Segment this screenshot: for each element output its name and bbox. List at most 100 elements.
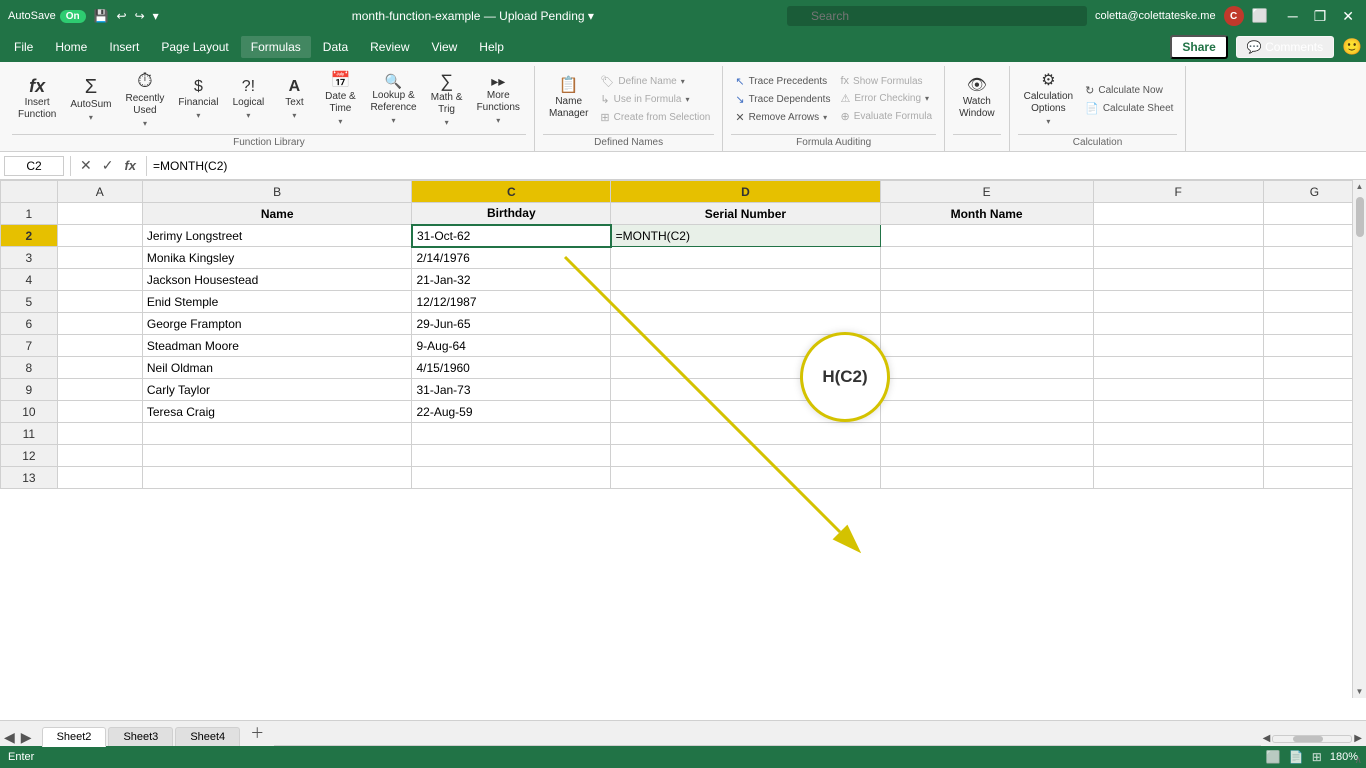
row-header-5[interactable]: 5 bbox=[1, 291, 58, 313]
calculate-now-button[interactable]: ↻ Calculate Now bbox=[1081, 82, 1177, 99]
horizontal-scrollbar[interactable] bbox=[1272, 735, 1352, 743]
cell-B6[interactable]: George Frampton bbox=[142, 313, 412, 335]
text-button[interactable]: A Text ▾ bbox=[272, 69, 316, 129]
trace-precedents-button[interactable]: ↖ Trace Precedents bbox=[731, 73, 834, 90]
row-header-4[interactable]: 4 bbox=[1, 269, 58, 291]
cell-D11[interactable] bbox=[611, 423, 881, 445]
cell-F9[interactable] bbox=[1093, 379, 1263, 401]
cell-G10[interactable] bbox=[1263, 401, 1365, 423]
cell-C4[interactable]: 21-Jan-32 bbox=[412, 269, 611, 291]
confirm-formula-button[interactable]: ✓ bbox=[99, 157, 117, 174]
cell-B12[interactable] bbox=[142, 445, 412, 467]
cell-F6[interactable] bbox=[1093, 313, 1263, 335]
cell-A13[interactable] bbox=[57, 467, 142, 489]
scroll-thumb[interactable] bbox=[1356, 197, 1364, 237]
col-header-F[interactable]: F bbox=[1093, 181, 1263, 203]
cell-B10[interactable]: Teresa Craig bbox=[142, 401, 412, 423]
more-functions-button[interactable]: ▸▸ MoreFunctions ▾ bbox=[471, 69, 526, 129]
cell-B2[interactable]: Jerimy Longstreet bbox=[142, 225, 412, 247]
menu-insert[interactable]: Insert bbox=[99, 36, 149, 58]
cell-A11[interactable] bbox=[57, 423, 142, 445]
col-header-E[interactable]: E bbox=[880, 181, 1093, 203]
row-header-11[interactable]: 11 bbox=[1, 423, 58, 445]
cell-C6[interactable]: 29-Jun-65 bbox=[412, 313, 611, 335]
cell-D5[interactable] bbox=[611, 291, 881, 313]
cell-B11[interactable] bbox=[142, 423, 412, 445]
cell-F2[interactable] bbox=[1093, 225, 1263, 247]
cell-E7[interactable] bbox=[880, 335, 1093, 357]
minimize-button[interactable]: ─ bbox=[1284, 8, 1302, 25]
cell-G9[interactable] bbox=[1263, 379, 1365, 401]
col-header-G[interactable]: G bbox=[1263, 181, 1365, 203]
cell-B1[interactable]: Name bbox=[142, 203, 412, 225]
row-header-10[interactable]: 10 bbox=[1, 401, 58, 423]
cell-F11[interactable] bbox=[1093, 423, 1263, 445]
cell-D3[interactable] bbox=[611, 247, 881, 269]
cell-D7[interactable] bbox=[611, 335, 881, 357]
cell-E11[interactable] bbox=[880, 423, 1093, 445]
redo-icon[interactable]: ↪ bbox=[135, 9, 145, 23]
share-button[interactable]: Share bbox=[1170, 35, 1227, 59]
cancel-formula-button[interactable]: ✕ bbox=[77, 157, 95, 174]
evaluate-formula-button[interactable]: ⊕ Evaluate Formula bbox=[836, 108, 936, 125]
remove-arrows-button[interactable]: ✕ Remove Arrows ▾ bbox=[731, 109, 834, 126]
cell-E2[interactable] bbox=[880, 225, 1093, 247]
autosave-toggle[interactable]: On bbox=[60, 10, 86, 23]
cell-F4[interactable] bbox=[1093, 269, 1263, 291]
hscroll-left[interactable]: ◀ bbox=[1263, 733, 1271, 744]
vertical-scrollbar[interactable]: ▲ ▼ bbox=[1352, 180, 1366, 698]
menu-formulas[interactable]: Formulas bbox=[241, 36, 311, 58]
cell-A8[interactable] bbox=[57, 357, 142, 379]
cell-F13[interactable] bbox=[1093, 467, 1263, 489]
cell-B5[interactable]: Enid Stemple bbox=[142, 291, 412, 313]
cell-G8[interactable] bbox=[1263, 357, 1365, 379]
cell-A6[interactable] bbox=[57, 313, 142, 335]
cell-D12[interactable] bbox=[611, 445, 881, 467]
cell-E12[interactable] bbox=[880, 445, 1093, 467]
cell-F3[interactable] bbox=[1093, 247, 1263, 269]
cell-G12[interactable] bbox=[1263, 445, 1365, 467]
cell-B9[interactable]: Carly Taylor bbox=[142, 379, 412, 401]
cell-E1[interactable]: Month Name bbox=[880, 203, 1093, 225]
cell-C2[interactable]: 31-Oct-62 bbox=[412, 225, 611, 247]
cell-A2[interactable] bbox=[57, 225, 142, 247]
cell-B7[interactable]: Steadman Moore bbox=[142, 335, 412, 357]
cell-E10[interactable] bbox=[880, 401, 1093, 423]
cell-G13[interactable] bbox=[1263, 467, 1365, 489]
lookup-ref-button[interactable]: 🔍 Lookup &Reference ▾ bbox=[364, 69, 422, 129]
cell-G5[interactable] bbox=[1263, 291, 1365, 313]
col-header-A[interactable]: A bbox=[57, 181, 142, 203]
cell-E13[interactable] bbox=[880, 467, 1093, 489]
cell-D8[interactable] bbox=[611, 357, 881, 379]
calculation-options-button[interactable]: ⚙ CalculationOptions ▾ bbox=[1018, 69, 1079, 130]
cell-A5[interactable] bbox=[57, 291, 142, 313]
comments-button[interactable]: 💬 Comments bbox=[1236, 36, 1334, 58]
menu-file[interactable]: File bbox=[4, 36, 43, 58]
menu-review[interactable]: Review bbox=[360, 36, 419, 58]
cell-E6[interactable] bbox=[880, 313, 1093, 335]
financial-button[interactable]: $ Financial ▾ bbox=[172, 69, 224, 129]
recently-used-button[interactable]: ⏱ RecentlyUsed ▾ bbox=[120, 67, 171, 132]
cell-C5[interactable]: 12/12/1987 bbox=[412, 291, 611, 313]
scroll-tabs-left[interactable]: ◀ bbox=[4, 729, 15, 746]
cell-A7[interactable] bbox=[57, 335, 142, 357]
cell-D1[interactable]: Serial Number bbox=[611, 203, 881, 225]
formula-input[interactable] bbox=[153, 159, 1362, 173]
cell-G7[interactable] bbox=[1263, 335, 1365, 357]
tab-sheet2[interactable]: Sheet2 bbox=[42, 727, 107, 747]
row-header-8[interactable]: 8 bbox=[1, 357, 58, 379]
cell-F8[interactable] bbox=[1093, 357, 1263, 379]
hscroll-right[interactable]: ▶ bbox=[1354, 733, 1362, 744]
normal-view-button[interactable]: ⬜ bbox=[1266, 750, 1281, 764]
menu-help[interactable]: Help bbox=[469, 36, 514, 58]
cell-F7[interactable] bbox=[1093, 335, 1263, 357]
menu-view[interactable]: View bbox=[422, 36, 468, 58]
row-header-2[interactable]: 2 bbox=[1, 225, 58, 247]
menu-home[interactable]: Home bbox=[45, 36, 97, 58]
fullscreen-icon[interactable]: ⬜ bbox=[1252, 8, 1268, 24]
cell-C1[interactable]: Birthday bbox=[412, 203, 611, 225]
cell-A3[interactable] bbox=[57, 247, 142, 269]
tab-sheet4[interactable]: Sheet4 bbox=[175, 727, 240, 746]
col-header-B[interactable]: B bbox=[142, 181, 412, 203]
menu-data[interactable]: Data bbox=[313, 36, 358, 58]
